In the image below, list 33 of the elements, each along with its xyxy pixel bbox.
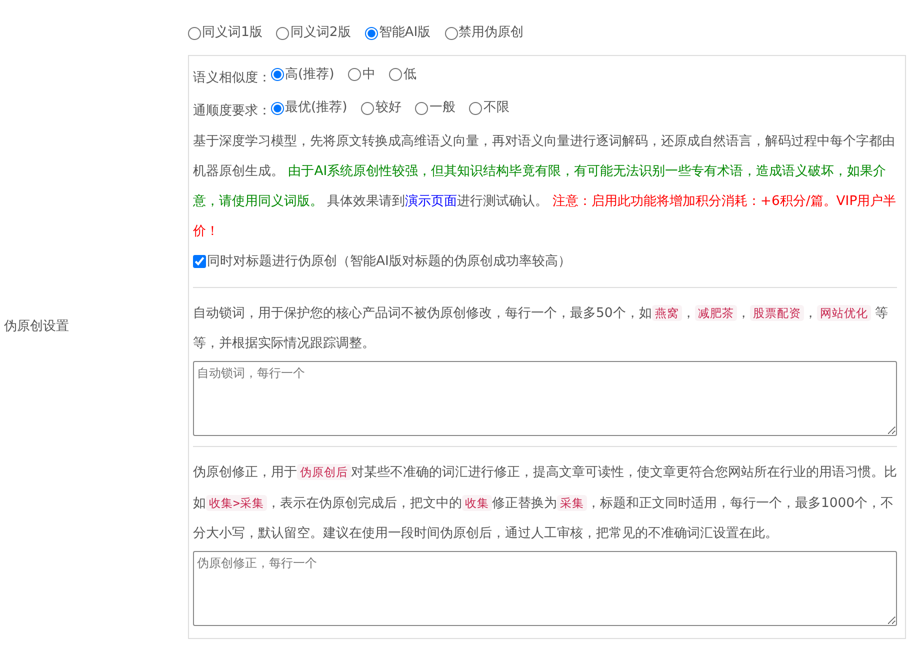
radio-label[interactable]: 最优(推荐) xyxy=(285,93,348,124)
radio-label[interactable]: 不限 xyxy=(483,93,510,124)
text-area[interactable]: 自动锁词，每行一个 xyxy=(193,360,897,436)
radio-label[interactable]: 同义词2版 xyxy=(290,23,351,44)
radio-button[interactable] xyxy=(361,102,374,115)
corrections-description: 伪原创修正，用于 伪原创后 对某些不准确的词汇进行修正，提高文章可读性，使文章更符合您网站所在行业的用语习惯。比如 收集>采集 ，表示在伪原创完成后，把文中的 收集 修正替换为 采集 ，标题和正文同时适用，每行一个，最多1000个，不分大小写，默认留空。建议在使用一段时间伪原创后，通过人工审核，把常见的不准确词汇设置在此。 xyxy=(193,462,897,543)
field-label: 伪原创设置 xyxy=(3,318,70,336)
description-text: 基于深度学习模型，先将原文转换成高维语义向量，再对语义向量进行逐词解码，还原成自然语言，解码过程中每个字都由机器原创生成。 由于AI系统原创性较强，但其知识结构毕竟有限，有可能无法识别一些专有术语，造成语义破坏，如果介意，请使用同义词版。 具体效果请到演示页面进行测试确认。 注意：启用此功能将增加积分消耗：+6积分/篇。VIP用户半价！ xyxy=(193,132,897,241)
radio-label[interactable]: 低 xyxy=(403,60,416,90)
radio-button[interactable] xyxy=(364,26,378,40)
checkbox-label[interactable]: 同时对标题进行伪原创（智能AI版对标题的伪原创成功率较高） xyxy=(207,246,571,277)
demo-link[interactable]: 演示页面 xyxy=(405,194,458,209)
radio-button[interactable] xyxy=(271,102,284,115)
radio-button[interactable] xyxy=(271,68,284,82)
radio-button[interactable] xyxy=(444,26,458,40)
text-area[interactable]: 伪原创修正，每行一个 xyxy=(193,550,897,626)
lock-words-description: 自动锁词，用于保护您的核心产品词不被伪原创修改，每行一个，最多50个，如 燕窝 ， 减肥茶 ， 股票配资 ， 网站优化 等等，并根据实际情况跟踪调整。 xyxy=(193,304,889,353)
radio-label[interactable]: 同义词1版 xyxy=(202,23,262,44)
radio-button[interactable] xyxy=(415,102,428,115)
radio-label[interactable]: 一般 xyxy=(429,93,456,124)
radio-button[interactable] xyxy=(469,102,482,115)
radio-label[interactable]: 中 xyxy=(362,60,376,90)
radio-label[interactable]: 智能AI版 xyxy=(378,23,431,44)
radio-label[interactable]: 禁用伪原创 xyxy=(458,23,524,44)
radio-button[interactable] xyxy=(276,26,290,40)
radio-button[interactable] xyxy=(348,68,362,82)
checkbox[interactable] xyxy=(193,255,206,268)
radio-button[interactable] xyxy=(389,68,402,82)
radio-button[interactable] xyxy=(188,26,201,40)
radio-label[interactable]: 高(推荐) xyxy=(285,60,334,90)
option-label: 语义相似度： xyxy=(193,70,271,86)
option-label: 通顺度要求： xyxy=(193,104,271,119)
radio-label[interactable]: 较好 xyxy=(375,93,402,124)
